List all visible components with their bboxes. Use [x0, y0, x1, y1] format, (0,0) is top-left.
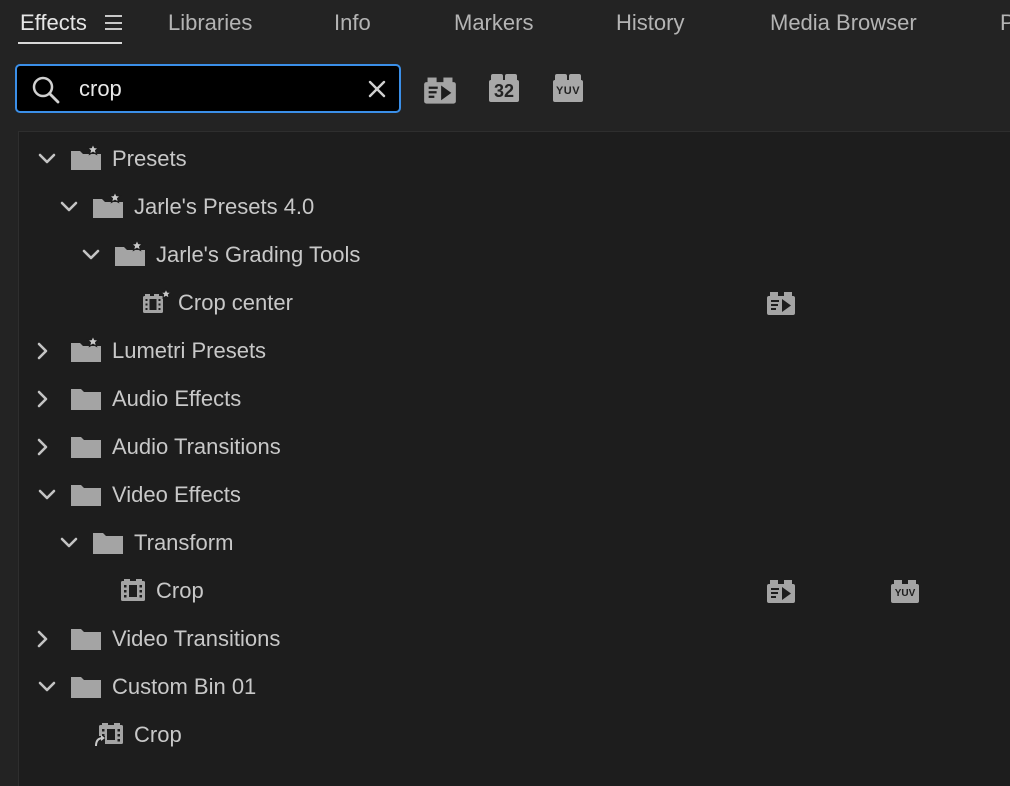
chevron-down-icon[interactable]	[37, 149, 57, 169]
tab-info[interactable]: Info	[334, 8, 371, 38]
accelerated-effect-icon	[766, 577, 796, 605]
chevron-down-icon[interactable]	[37, 485, 57, 505]
preset-effect-icon	[143, 288, 172, 313]
chevron-down-icon[interactable]	[81, 245, 101, 265]
search-field[interactable]	[15, 64, 401, 113]
video-effect-icon	[118, 576, 150, 604]
preset-folder-icon	[114, 240, 146, 268]
tree-row-label: Lumetri Presets	[112, 338, 267, 363]
tree-row-label: Crop	[156, 578, 204, 603]
chevron-right-icon[interactable]	[33, 389, 53, 409]
tree-row-label: Crop	[134, 722, 182, 747]
chevron-down-icon[interactable]	[37, 677, 57, 697]
chevron-right-icon[interactable]	[33, 437, 53, 457]
yuv-badge: YUV	[553, 80, 583, 102]
effects-tree: Presets Jarle's Presets 4.0 Jarle's Grad…	[18, 131, 1010, 786]
yuv-effect-icon: YUV	[890, 577, 920, 605]
yuv-filter-button[interactable]: YUV	[551, 74, 585, 106]
tree-row-video-effects[interactable]: Video Effects	[19, 471, 989, 519]
panel-tab-bar: Effects Libraries Info Markers History M…	[0, 0, 1010, 48]
chevron-down-icon[interactable]	[59, 197, 79, 217]
chevron-right-icon[interactable]	[33, 341, 53, 361]
tab-libraries[interactable]: Libraries	[168, 8, 252, 38]
effect-shortcut-icon	[94, 723, 123, 748]
chevron-down-icon[interactable]	[59, 533, 79, 553]
tree-row-audio-transitions[interactable]: Audio Transitions	[19, 423, 989, 471]
search-input[interactable]	[79, 72, 349, 106]
tree-row-custom-bin-crop[interactable]: Crop	[19, 711, 989, 759]
tab-effects[interactable]: Effects	[20, 8, 87, 38]
clear-search-icon[interactable]	[367, 79, 387, 99]
tree-row-crop-center[interactable]: Crop center	[19, 279, 989, 327]
accelerated-effect-icon	[766, 289, 796, 317]
folder-icon	[70, 672, 102, 700]
tree-row-audio-effects[interactable]: Audio Effects	[19, 375, 989, 423]
tree-row-label: Video Transitions	[112, 626, 281, 651]
folder-icon	[70, 432, 102, 460]
tree-row-label: Audio Transitions	[112, 434, 281, 459]
tab-media-browser[interactable]: Media Browser	[770, 8, 917, 38]
tab-markers[interactable]: Markers	[454, 8, 533, 38]
tree-row-jarles-presets[interactable]: Jarle's Presets 4.0	[19, 183, 989, 231]
tree-row-crop-effect[interactable]: Crop YUV	[19, 567, 989, 615]
tree-row-presets[interactable]: Presets	[19, 135, 989, 183]
32bit-filter-button[interactable]: 32	[487, 74, 521, 106]
chevron-right-icon[interactable]	[33, 629, 53, 649]
tree-row-lumetri-presets[interactable]: Lumetri Presets	[19, 327, 989, 375]
tree-row-label: Transform	[134, 530, 234, 555]
preset-folder-icon	[70, 144, 102, 172]
tree-row-custom-bin[interactable]: Custom Bin 01	[19, 663, 989, 711]
panel-menu-icon[interactable]	[105, 15, 122, 30]
tree-row-jarles-grading-tools[interactable]: Jarle's Grading Tools	[19, 231, 989, 279]
tree-row-label: Jarle's Grading Tools	[156, 242, 361, 267]
folder-icon	[70, 480, 102, 508]
preset-folder-icon	[92, 192, 124, 220]
tree-row-transform[interactable]: Transform	[19, 519, 989, 567]
tree-row-label: Video Effects	[112, 482, 241, 507]
accelerated-effects-filter-button[interactable]	[423, 74, 457, 106]
tree-row-label: Custom Bin 01	[112, 674, 257, 699]
yuv-effect-label: YUV	[894, 588, 916, 599]
search-icon	[32, 76, 60, 104]
tree-row-video-transitions[interactable]: Video Transitions	[19, 615, 989, 663]
tab-history[interactable]: History	[616, 8, 684, 38]
tree-row-label: Audio Effects	[112, 386, 242, 411]
32bit-badge: 32	[489, 80, 519, 102]
tab-overflow[interactable]: P	[1000, 8, 1010, 38]
accelerated-effect-icon	[423, 74, 457, 106]
preset-folder-icon	[70, 336, 102, 364]
tree-row-label: Crop center	[178, 290, 293, 315]
folder-icon	[92, 528, 124, 556]
tree-row-label: Jarle's Presets 4.0	[134, 194, 315, 219]
folder-icon	[70, 384, 102, 412]
tree-row-label: Presets	[112, 146, 187, 171]
active-tab-indicator	[18, 42, 122, 44]
folder-icon	[70, 624, 102, 652]
